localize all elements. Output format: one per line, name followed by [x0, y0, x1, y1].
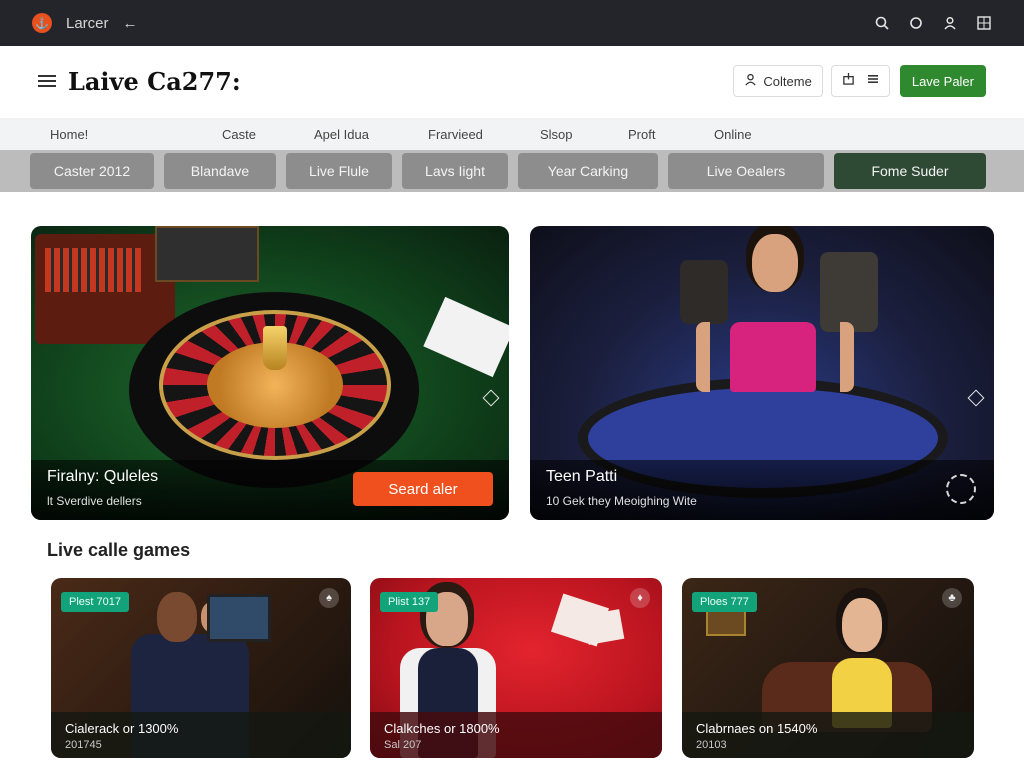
hero-card-roulette[interactable]: Firalny: Quleles lt Sverdive dellers Sea…	[31, 226, 509, 520]
hero-subtitle: lt Sverdive dellers	[47, 494, 142, 508]
chip-live-oealers[interactable]: Live Oealers	[668, 153, 824, 189]
game-card[interactable]: Plist 137 ♦ Clalkches or 1800% Sal 207	[370, 578, 662, 758]
betting-board-image	[35, 234, 175, 344]
game-card[interactable]: Plest 7017 ♠ Cialerack or 1300% 201745	[51, 578, 351, 758]
chip-year-carking[interactable]: Year Carking	[518, 153, 658, 189]
primary-cta-button[interactable]: Lave Paler	[899, 65, 986, 97]
game-meta: 20103	[696, 739, 727, 751]
hero-card-teen-patti[interactable]: Teen Patti 10 Gek they Meoighing Wite	[530, 226, 994, 520]
favorite-diamond-icon[interactable]	[482, 389, 500, 407]
share-icon[interactable]	[842, 72, 855, 90]
circle-icon[interactable]	[908, 15, 924, 31]
user-outline-icon	[744, 73, 757, 89]
dealer-image	[730, 322, 816, 392]
user-icon[interactable]	[942, 15, 958, 31]
nav-item-slsop[interactable]: Slsop	[540, 127, 628, 142]
account-button[interactable]: Colteme	[733, 65, 823, 97]
nav-item-frarvieed[interactable]: Frarvieed	[428, 127, 540, 142]
back-arrow-icon[interactable]: ←	[123, 15, 138, 32]
game-badge: Plist 137	[380, 592, 439, 612]
hero-title: Teen Patti	[546, 468, 618, 485]
page-title: Laive Ca277:	[68, 66, 241, 96]
game-card[interactable]: Ploes 777 ♣ Clabrnaes on 1540% 20103	[682, 578, 974, 758]
hero-title: Firalny: Quleles	[47, 468, 159, 485]
hero-subtitle: 10 Gek they Meoighing Wite	[546, 494, 697, 508]
header-icon-group	[830, 65, 890, 97]
tv-screen-image	[207, 594, 271, 642]
hamburger-menu-icon[interactable]	[38, 75, 56, 87]
favorite-icon[interactable]: ♠	[319, 588, 339, 608]
list-icon[interactable]	[867, 72, 879, 90]
playing-cards-image	[423, 296, 509, 378]
nav-item-apel-idua[interactable]: Apel Idua	[314, 127, 428, 142]
category-chips: Caster 2012 Blandave Live Flule Lavs Iig…	[0, 150, 1024, 192]
favorite-icon[interactable]: ♦	[630, 588, 650, 608]
nav-item-online[interactable]: Online	[714, 127, 752, 142]
game-title: Clabrnaes on 1540%	[696, 721, 818, 736]
search-icon[interactable]	[874, 15, 890, 31]
chip-lavs-iight[interactable]: Lavs Iight	[402, 153, 508, 189]
nav-item-caste[interactable]: Caste	[222, 127, 314, 142]
favorite-diamond-icon[interactable]	[967, 389, 985, 407]
account-button-label: Colteme	[763, 73, 812, 89]
loading-spinner-icon	[946, 474, 976, 504]
chip-fome-suder[interactable]: Fome Suder	[834, 153, 986, 189]
chip-live-flule[interactable]: Live Flule	[286, 153, 392, 189]
section-title: Live calle games	[47, 540, 191, 560]
game-badge: Plest 7017	[61, 592, 129, 612]
chip-caster-2012[interactable]: Caster 2012	[30, 153, 154, 189]
grid-icon[interactable]	[976, 15, 992, 31]
game-title: Clalkches or 1800%	[384, 721, 500, 736]
nav-item-proft[interactable]: Proft	[628, 127, 714, 142]
game-title: Cialerack or 1300%	[65, 721, 179, 736]
nav-item-home[interactable]: Home!	[50, 127, 222, 142]
site-header: Laive Ca277: Colteme Lave Paler	[0, 46, 1024, 116]
logo-icon[interactable]: ⚓	[32, 13, 52, 33]
app-name: Larcer	[66, 14, 109, 32]
top-bar: ⚓ Larcer ←	[0, 0, 1024, 46]
game-badge: Ploes 777	[692, 592, 757, 612]
game-meta: Sal 207	[384, 739, 422, 751]
chip-blandave[interactable]: Blandave	[164, 153, 276, 189]
search-dealer-button[interactable]: Seard aler	[353, 472, 493, 506]
game-meta: 201745	[65, 739, 102, 751]
scoreboard-image	[155, 226, 259, 282]
favorite-icon[interactable]: ♣	[942, 588, 962, 608]
main-nav: Home! Caste Apel Idua Frarvieed Slsop Pr…	[0, 118, 1024, 150]
